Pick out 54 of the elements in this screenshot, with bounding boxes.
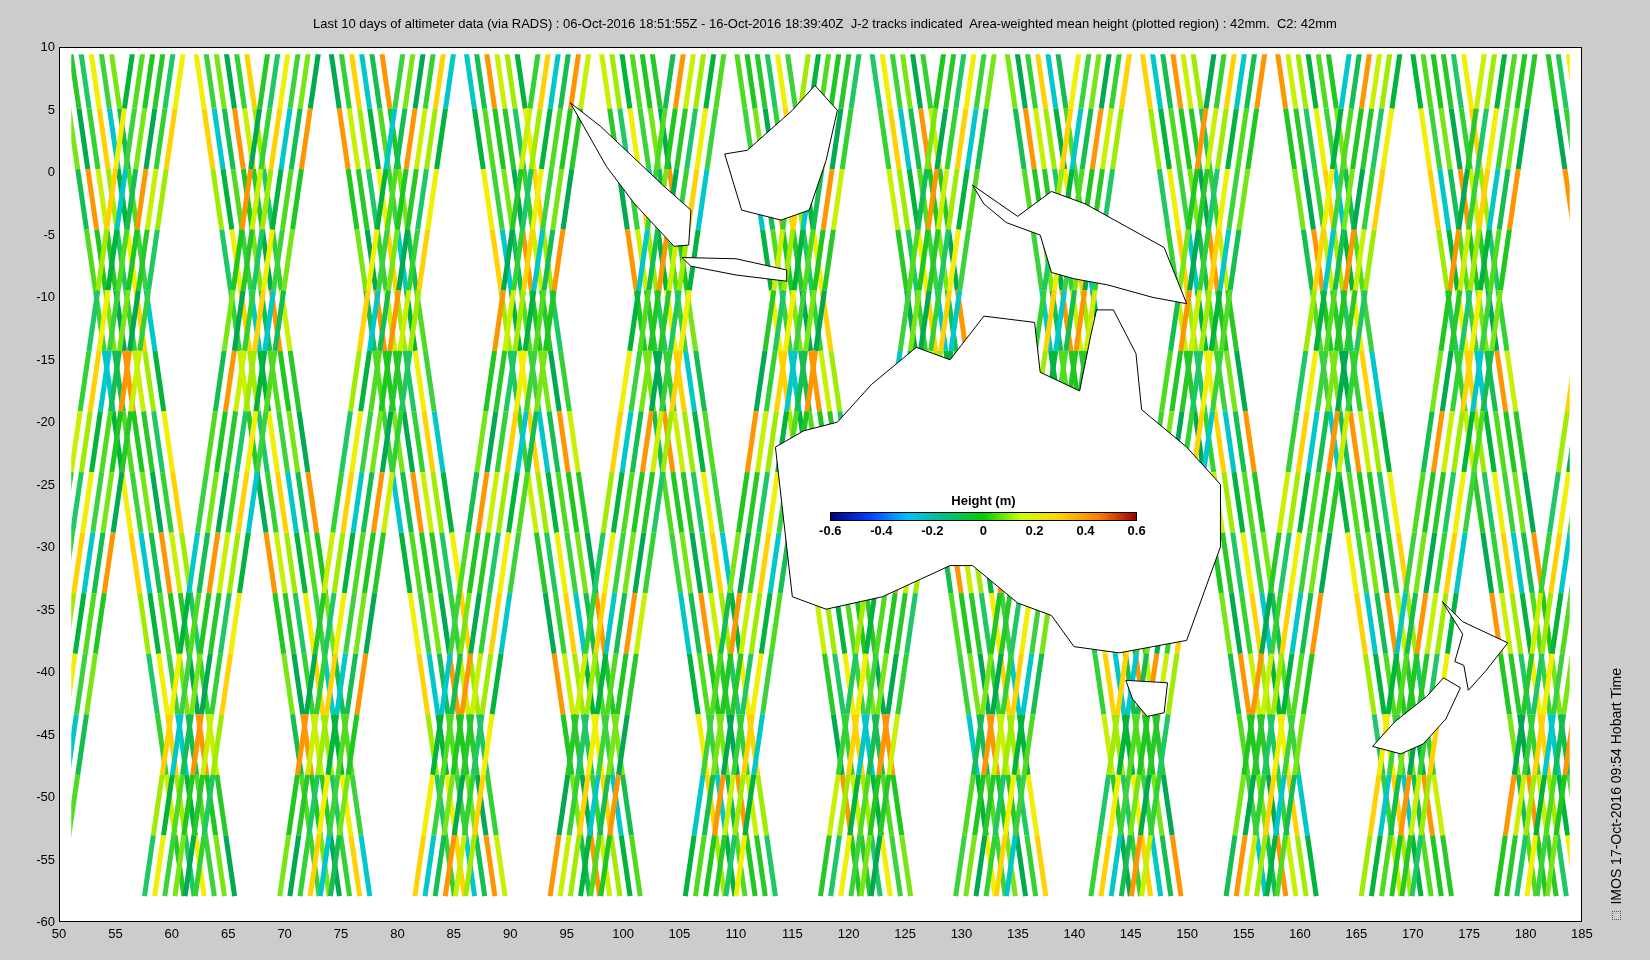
y-tick-label: -15: [36, 350, 55, 369]
x-tick-label: 165: [1344, 925, 1369, 943]
y-tick-label: -10: [36, 288, 55, 306]
colorbar-tick-label: 0.2: [1024, 521, 1045, 538]
y-tick-label: 5: [47, 100, 55, 119]
y-tick-label: -45: [36, 725, 55, 744]
y-tick-label: -20: [36, 413, 55, 431]
y-tick-label: -30: [36, 538, 55, 556]
x-tick-label: 130: [949, 925, 974, 943]
x-tick-label: 160: [1288, 925, 1312, 943]
x-tick-label: 170: [1400, 925, 1425, 943]
y-tick-label: 10: [40, 38, 55, 56]
square-icon: [1611, 911, 1621, 920]
x-tick-label: 180: [1513, 925, 1538, 943]
x-tick-label: 55: [107, 925, 124, 943]
y-tick-label: -35: [36, 600, 55, 619]
x-tick-label: 115: [780, 925, 804, 943]
colorbar-tick-label: 0.4: [1075, 521, 1096, 538]
y-tick-label: -60: [36, 913, 55, 929]
x-tick-label: 120: [836, 925, 861, 943]
colorbar-tick-label: -0.2: [920, 521, 945, 538]
colorbar-tick-label: -0.6: [818, 521, 843, 538]
x-tick-label: 65: [220, 925, 237, 943]
x-tick-label: 110: [724, 925, 748, 943]
timestamp-label: IMOS 17-Oct-2016 09:54 Hobart Time: [1608, 668, 1624, 905]
x-tick-label: 185: [1570, 925, 1594, 943]
y-tick-label: -5: [43, 225, 55, 244]
x-tick-label: 140: [1062, 925, 1087, 943]
x-tick-label: 80: [389, 925, 406, 943]
y-tick-label: -40: [36, 663, 55, 681]
x-tick-label: 60: [163, 925, 181, 943]
colorbar-tick-label: 0: [978, 521, 989, 538]
x-tick-label: 135: [1006, 925, 1030, 943]
x-tick-label: 150: [1175, 925, 1199, 943]
x-tick-label: 100: [611, 925, 635, 943]
x-tick-label: 90: [502, 925, 519, 943]
plot-title: Last 10 days of altimeter data (via RADS) : 06-Oct-2016 18:51:55Z - 16-Oct-2016 18:39:40Z J-2 tracks indicated Area-weighted mean height (plotted region) : 42mm. C2: 42mm: [313, 15, 1337, 33]
x-tick-label: 70: [276, 925, 293, 943]
x-tick-label: 105: [667, 925, 692, 943]
x-tick-label: 50: [50, 926, 68, 943]
y-tick-label: -55: [36, 850, 55, 869]
y-tick-label: -25: [36, 475, 55, 494]
y-tick-label: -50: [36, 788, 55, 806]
x-tick-label: 75: [332, 925, 350, 943]
x-tick-label: 145: [1118, 925, 1143, 943]
colorbar-title: Height (m): [951, 492, 1016, 508]
x-tick-label: 155: [1231, 925, 1256, 943]
x-tick-label: 95: [558, 925, 575, 943]
x-tick-label: 175: [1457, 925, 1481, 943]
colorbar-tick-label: -0.4: [869, 521, 894, 538]
colorbar-tick-label: 0.6: [1126, 521, 1147, 538]
y-tick-label: 0: [47, 163, 55, 181]
x-tick-label: 125: [893, 925, 917, 943]
x-tick-label: 85: [445, 925, 463, 943]
